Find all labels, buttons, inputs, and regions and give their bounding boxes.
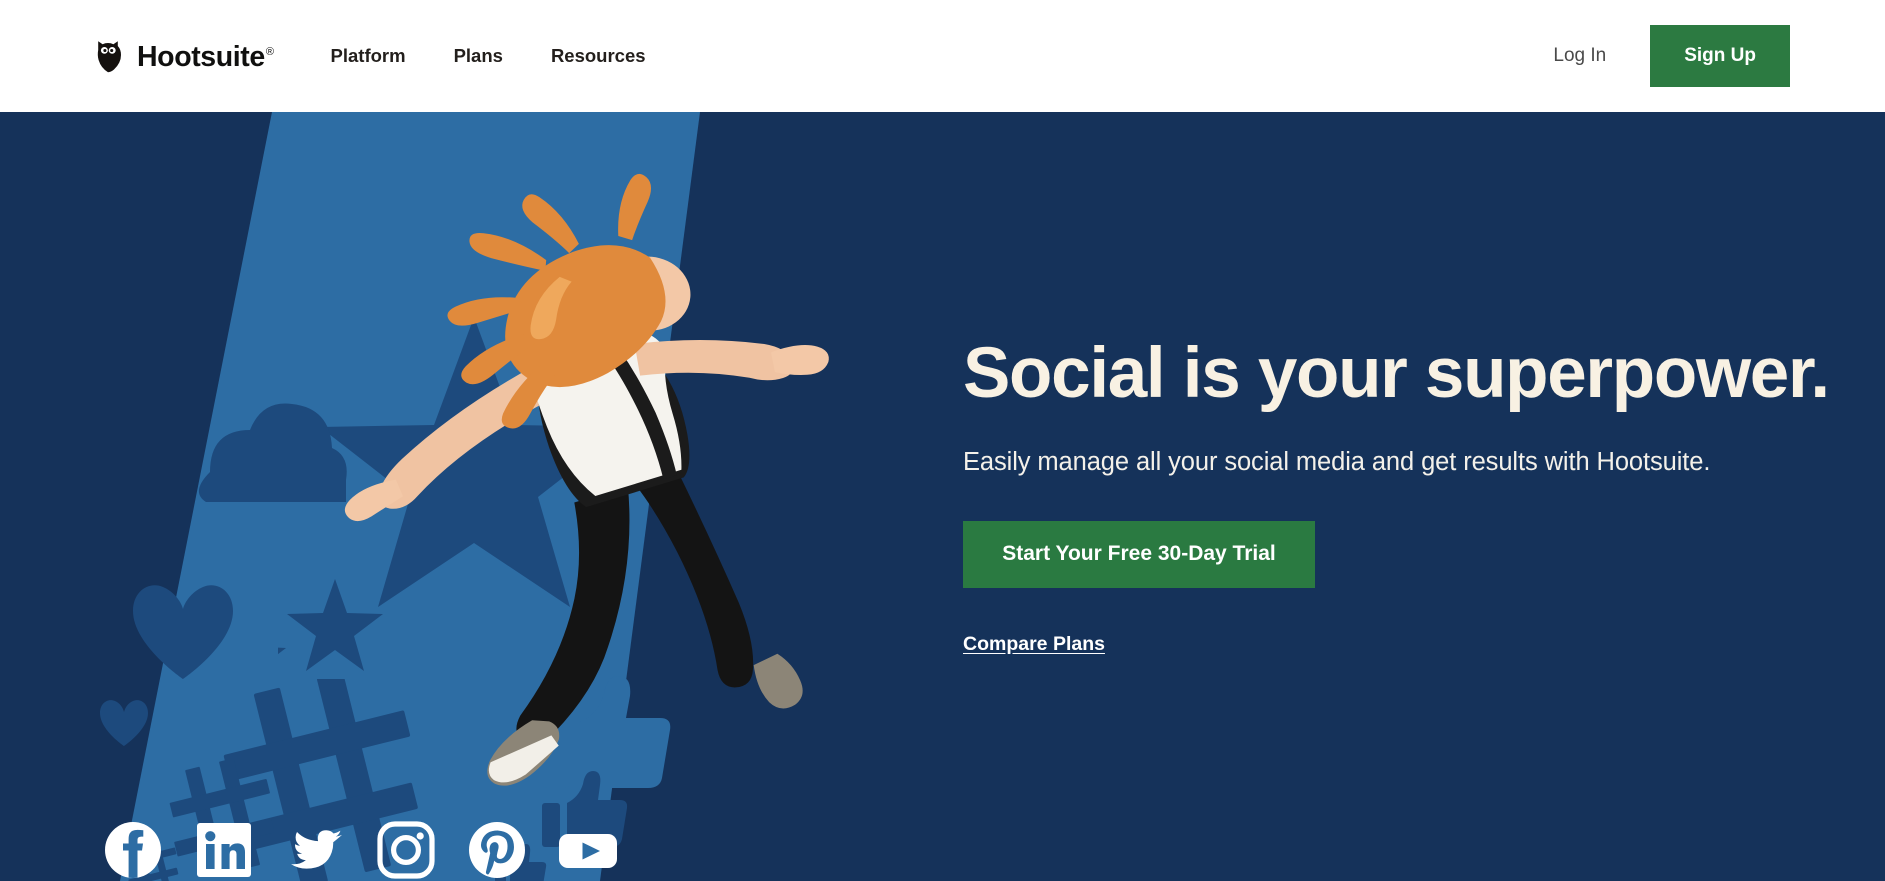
log-in-link[interactable]: Log In xyxy=(1553,45,1606,67)
hero-subheadline: Easily manage all your social media and … xyxy=(963,447,1711,476)
youtube-icon[interactable] xyxy=(557,819,619,881)
hero-person-image xyxy=(344,173,829,786)
nav-item-resources[interactable]: Resources xyxy=(551,35,646,77)
registered-mark: ® xyxy=(265,46,274,59)
hootsuite-owl-icon xyxy=(97,41,121,73)
social-icons-row xyxy=(102,819,619,881)
instagram-icon[interactable] xyxy=(375,819,437,881)
hero-copy: Social is your superpower. Easily manage… xyxy=(963,112,1830,881)
hero-section: Social is your superpower. Easily manage… xyxy=(0,112,1885,881)
site-header: Hootsuite® Platform Plans Resources Log … xyxy=(0,0,1885,112)
logo-text: Hootsuite® xyxy=(137,40,274,73)
header-actions: Log In Sign Up xyxy=(1553,25,1790,87)
sign-up-button[interactable]: Sign Up xyxy=(1650,25,1790,87)
start-free-trial-button[interactable]: Start Your Free 30-Day Trial xyxy=(963,520,1315,588)
hootsuite-logo[interactable]: Hootsuite® xyxy=(94,39,274,73)
pinterest-icon[interactable] xyxy=(466,819,528,881)
nav-item-platform[interactable]: Platform xyxy=(331,35,406,77)
compare-plans-link[interactable]: Compare Plans xyxy=(963,633,1105,656)
twitter-icon[interactable] xyxy=(284,819,346,881)
facebook-icon[interactable] xyxy=(102,819,164,881)
nav-item-plans[interactable]: Plans xyxy=(454,35,503,77)
linkedin-icon[interactable] xyxy=(193,819,255,881)
hero-headline: Social is your superpower. xyxy=(963,334,1830,413)
main-navigation: Platform Plans Resources xyxy=(331,35,646,77)
